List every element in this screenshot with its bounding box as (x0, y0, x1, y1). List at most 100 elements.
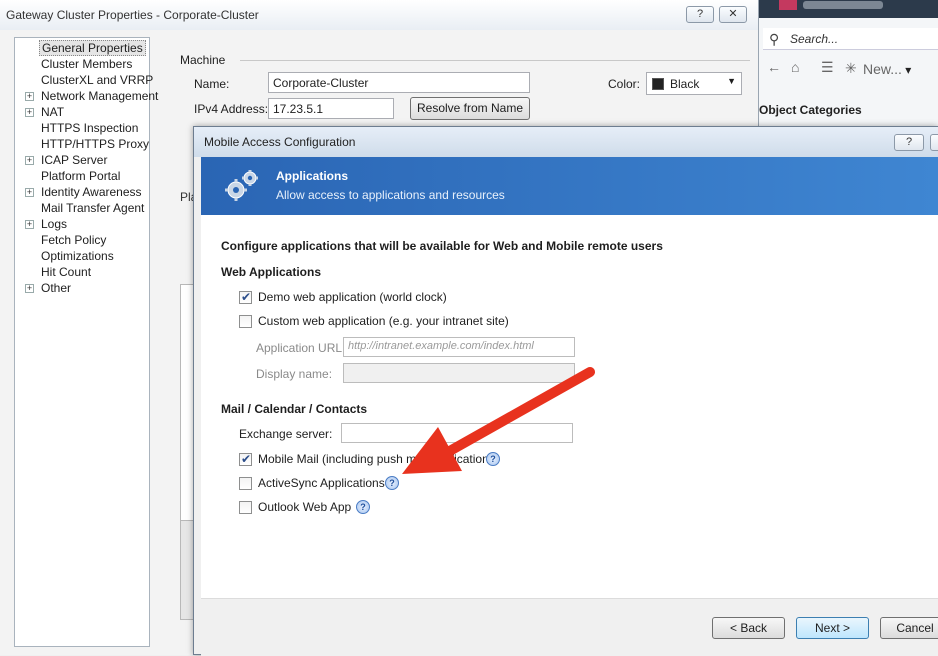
home-icon[interactable]: ⌂ (791, 59, 799, 75)
back-button[interactable]: < Back (712, 617, 785, 639)
demo-web-app-label: Demo web application (world clock) (258, 290, 447, 304)
bg-close-button[interactable]: ✕ (719, 6, 747, 23)
tree-item-label: Logs (41, 217, 68, 231)
expand-icon[interactable]: + (25, 284, 34, 293)
tree-item-label: Other (41, 281, 72, 295)
tree-item[interactable]: General Properties (15, 40, 149, 56)
tree-item[interactable]: Mail Transfer Agent (15, 200, 149, 216)
bg-panel-lower (180, 520, 194, 620)
mobile-mail-help-icon[interactable]: ? (486, 452, 500, 466)
activesync-help-icon[interactable]: ? (385, 476, 399, 490)
dialog-close-button[interactable] (930, 134, 938, 151)
tree-item[interactable]: Hit Count (15, 264, 149, 280)
tree-item[interactable]: + ICAP Server (15, 152, 149, 168)
ipv4-label: IPv4 Address: (194, 102, 269, 116)
back-arrow-icon[interactable]: ← (767, 59, 781, 75)
mobile-mail-checkbox[interactable] (239, 452, 252, 466)
dialog-title: Mobile Access Configuration (204, 135, 356, 149)
new-button-label: New... (863, 61, 902, 77)
tree-item-label: Network Management (41, 89, 159, 103)
properties-tree[interactable]: General Properties Cluster Members Cluster… (14, 37, 158, 647)
display-name-label: Display name: (256, 367, 333, 381)
application-url-label: Application URL: (256, 341, 346, 355)
name-input[interactable]: Corporate-Cluster (268, 72, 530, 93)
dialog-help-button[interactable]: ? (894, 134, 924, 151)
search-input[interactable]: Search... (790, 32, 838, 46)
banner-title: Applications (276, 169, 349, 183)
display-name-input[interactable] (343, 363, 575, 383)
tree-item-label: Mail Transfer Agent (41, 201, 145, 215)
demo-web-app-checkbox[interactable] (239, 290, 252, 304)
bg-help-button[interactable]: ? (686, 6, 714, 23)
outlook-web-app-help-icon[interactable]: ? (356, 500, 370, 514)
tree-item[interactable]: Fetch Policy (15, 232, 149, 248)
wizard-banner: Applications Allow access to application… (201, 157, 938, 215)
tree-item[interactable]: Optimizations (15, 248, 149, 264)
next-button[interactable]: Next > (796, 617, 869, 639)
mail-calendar-contacts-heading: Mail / Calendar / Contacts (221, 402, 368, 416)
outlook-web-app-checkbox[interactable] (239, 501, 252, 514)
tree-item-label: NAT (41, 105, 65, 119)
ipv4-input[interactable]: 17.23.5.1 (268, 98, 394, 119)
tree-item[interactable]: Platform Portal (15, 168, 149, 184)
activesync-checkbox[interactable] (239, 477, 252, 490)
tree-item-label: Platform Portal (41, 169, 121, 183)
tree-item-label: ClusterXL and VRRP (41, 73, 154, 87)
wizard-footer: < Back Next > Cancel (201, 598, 938, 656)
exchange-server-input[interactable] (341, 423, 573, 443)
machine-group-divider (240, 60, 750, 61)
custom-web-app-label: Custom web application (e.g. your intran… (258, 314, 509, 328)
expand-icon[interactable]: + (25, 156, 34, 165)
custom-web-app-checkbox[interactable] (239, 315, 252, 328)
tree-item[interactable]: Cluster Members (15, 56, 149, 72)
page-heading: Configure applications that will be avai… (221, 239, 663, 253)
tree-item[interactable]: + Other (15, 280, 149, 296)
list-view-icon[interactable]: ☰ (821, 59, 834, 76)
expand-icon[interactable]: + (25, 108, 34, 117)
web-applications-heading: Web Applications (221, 265, 322, 279)
color-label: Color: (608, 77, 641, 91)
machine-group-label: Machine (180, 53, 226, 67)
new-star-icon: ✳ (845, 60, 857, 76)
bg-window-title: Gateway Cluster Properties - Corporate-C… (6, 8, 259, 22)
tree-item[interactable]: HTTPS Inspection (15, 120, 149, 136)
color-swatch (652, 78, 664, 90)
color-value: Black (670, 77, 700, 91)
chevron-down-icon: ▼ (727, 76, 736, 86)
cancel-button[interactable]: Cancel (880, 617, 938, 639)
tree-item[interactable]: + NAT (15, 104, 149, 120)
object-search[interactable]: ⚲ Search... (763, 28, 938, 50)
expand-icon[interactable]: + (25, 92, 34, 101)
banner-subtitle: Allow access to applications and resourc… (276, 188, 505, 202)
object-categories-title: Object Categories (759, 103, 862, 117)
mobile-access-configuration-dialog: Mobile Access Configuration ? Applicatio… (193, 126, 938, 656)
tree-item[interactable]: + Logs (15, 216, 149, 232)
tree-item-label: Identity Awareness (41, 185, 142, 199)
outlook-web-app-label: Outlook Web App (258, 500, 352, 514)
side-panel-topbar (759, 0, 938, 18)
tree-item-label: HTTP/HTTPS Proxy (41, 137, 150, 151)
activesync-label: ActiveSync Applications (258, 476, 385, 490)
tree-item[interactable]: HTTP/HTTPS Proxy (15, 136, 149, 152)
color-select[interactable]: Black ▼ (646, 72, 742, 95)
tree-item[interactable]: + Network Management (15, 88, 158, 104)
side-toolbar: ← ⌂ ☰ ✳ New... ▾ (763, 56, 938, 80)
expand-icon[interactable]: + (25, 188, 34, 197)
gears-icon (225, 170, 258, 201)
app-name-blurred (803, 1, 883, 9)
tree-item[interactable]: ClusterXL and VRRP (15, 72, 153, 88)
expand-icon[interactable]: + (25, 220, 34, 229)
name-label: Name: (194, 77, 230, 91)
tree-item-label: Optimizations (41, 249, 114, 263)
tree-item-label: Hit Count (41, 265, 92, 279)
tree-item-label: General Properties (39, 40, 146, 56)
tree-item[interactable]: + Identity Awareness (15, 184, 149, 200)
tree-item-label: Fetch Policy (41, 233, 107, 247)
tree-item-label: Cluster Members (41, 57, 133, 71)
dialog-titlebar: Mobile Access Configuration ? (194, 127, 938, 157)
resolve-from-name-button[interactable]: Resolve from Name (410, 97, 530, 120)
application-url-input[interactable]: http://intranet.example.com/index.html (343, 337, 575, 357)
new-button[interactable]: New... ▾ (863, 61, 911, 77)
mobile-mail-label: Mobile Mail (including push mail notific… (258, 452, 499, 466)
wizard-content: Configure applications that will be avai… (201, 215, 938, 598)
